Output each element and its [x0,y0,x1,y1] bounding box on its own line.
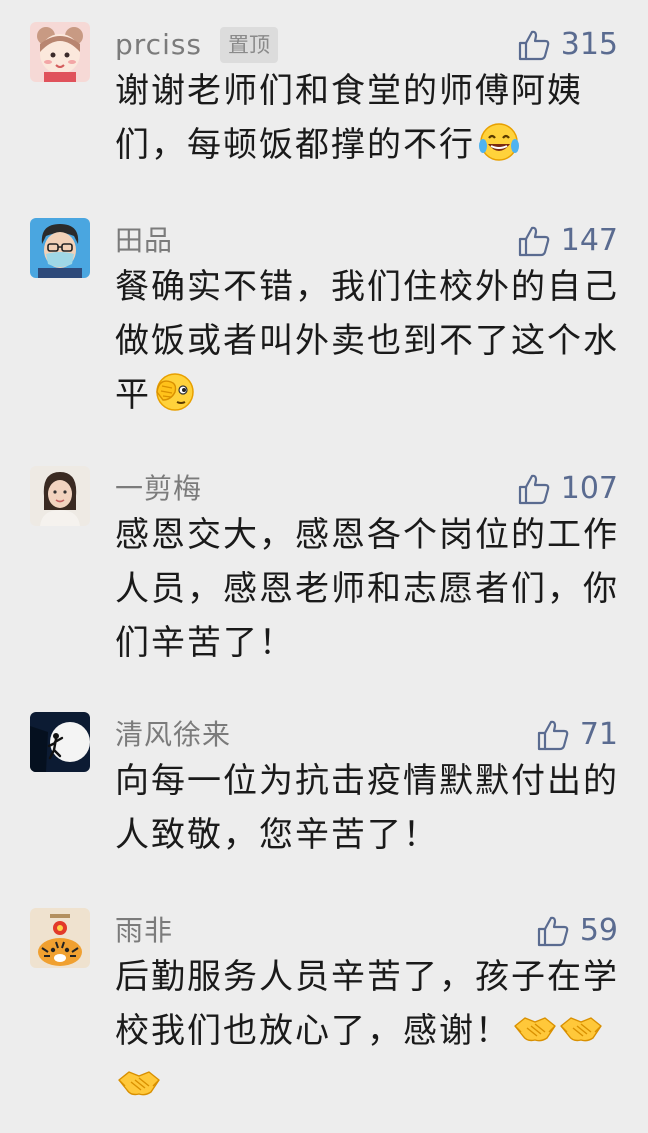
comment-text-block: 向每一位为抗击疫情默默付出的人致敬，您辛苦了！ [115,754,620,862]
comment-text-block: 后勤服务人员辛苦了，孩子在学校我们也放心了，感谢！ [115,950,620,1112]
avatar-moon-climber-icon [30,712,90,772]
avatar[interactable] [30,22,90,82]
comment-text: 感恩交大，感恩各个岗位的工作人员，感恩老师和志愿者们，你们辛苦了！ [115,515,619,663]
avatar-masked-boy-icon [30,218,90,278]
thumbs-up-icon [537,720,569,751]
handshake-emoji [560,1017,602,1042]
avatar[interactable] [30,712,90,772]
thumbs-up-icon [537,916,569,947]
like-button[interactable]: 315 [517,26,618,64]
facepalm-emoji [156,373,194,411]
comment-author[interactable]: 雨非 [115,912,173,950]
like-count: 107 [560,471,618,506]
avatar[interactable] [30,466,90,526]
avatar[interactable] [30,908,90,968]
like-count: 71 [579,717,618,752]
avatar-woman-photo-icon [30,466,90,526]
thumbs-up-icon [518,226,550,257]
comment-text-block: 谢谢老师们和食堂的师傅阿姨们，每顿饭都撑的不行 [115,64,620,172]
comment-author[interactable]: prciss [115,26,202,64]
avatar-tiger-icon [30,908,90,968]
like-button[interactable]: 71 [536,716,618,754]
avatar-cartoon-girl-icon [30,22,90,82]
comment-author[interactable]: 田品 [115,222,173,260]
comment-text-block: 感恩交大，感恩各个岗位的工作人员，感恩老师和志愿者们，你们辛苦了！ [115,508,620,670]
laughing-tears-emoji [479,123,519,161]
handshake-emoji [514,1017,556,1042]
comment-author[interactable]: 一剪梅 [115,470,202,508]
like-count: 59 [579,913,618,948]
comment-text: 向每一位为抗击疫情默默付出的人致敬，您辛苦了！ [115,761,619,855]
pinned-badge: 置顶 [220,27,279,63]
like-button[interactable]: 107 [517,470,618,508]
like-count: 147 [560,223,618,258]
like-button[interactable]: 147 [517,222,618,260]
comment-list: prciss 置顶 315 谢谢老师们和食堂的师傅阿姨们，每顿饭都撑的不行 田品… [0,0,648,1133]
thumbs-up-icon [518,474,550,505]
like-count: 315 [560,27,618,62]
like-button[interactable]: 59 [536,912,618,950]
handshake-emoji [118,1071,160,1096]
avatar[interactable] [30,218,90,278]
comment-author[interactable]: 清风徐来 [115,716,231,754]
thumbs-up-icon [518,30,550,61]
comment-text-block: 餐确实不错，我们住校外的自己做饭或者叫外卖也到不了这个水平 [115,260,620,422]
